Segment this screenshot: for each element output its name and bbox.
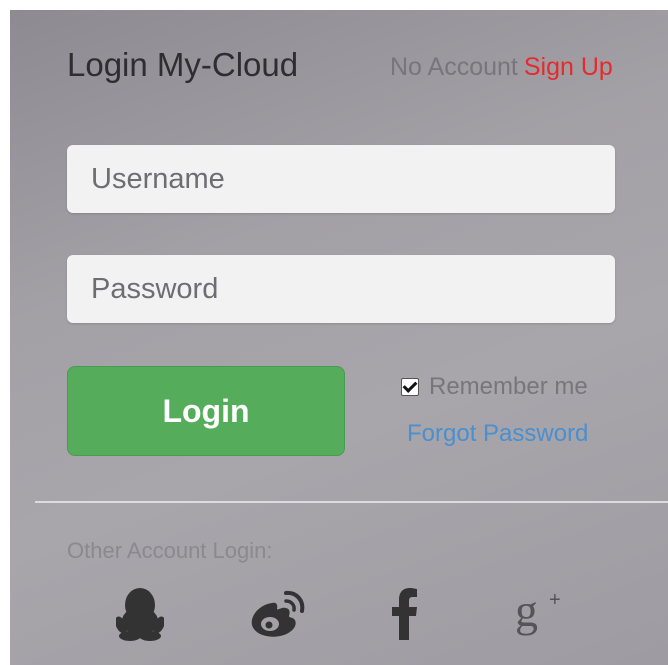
no-account-prompt: No Account Sign Up [390, 53, 613, 82]
svg-text:g: g [515, 586, 538, 636]
remember-me-row: Remember me [401, 373, 588, 401]
facebook-login-button[interactable] [385, 582, 425, 646]
remember-me-checkbox[interactable] [401, 378, 419, 396]
weibo-login-button[interactable] [246, 582, 308, 646]
facebook-icon [392, 588, 417, 640]
other-login-label: Other Account Login: [67, 538, 273, 563]
no-account-text: No Account [390, 53, 518, 81]
svg-text:+: + [549, 589, 561, 611]
remember-me-label: Remember me [429, 373, 588, 400]
signup-link[interactable]: Sign Up [524, 53, 613, 81]
qq-penguin-icon [116, 588, 164, 641]
username-input[interactable] [67, 145, 615, 213]
weibo-icon [251, 590, 305, 637]
google-plus-login-button[interactable]: g + [510, 582, 570, 646]
password-input[interactable] [67, 255, 615, 323]
page-title: Login My-Cloud [67, 46, 299, 83]
qq-login-button[interactable] [112, 582, 168, 646]
login-panel: Login My-Cloud No AccountSign Up Login R… [10, 10, 668, 665]
login-button[interactable]: Login [67, 366, 345, 456]
google-plus-icon: g + [515, 586, 561, 636]
forgot-password-link[interactable]: Forgot Password [407, 420, 588, 448]
divider [35, 501, 668, 503]
